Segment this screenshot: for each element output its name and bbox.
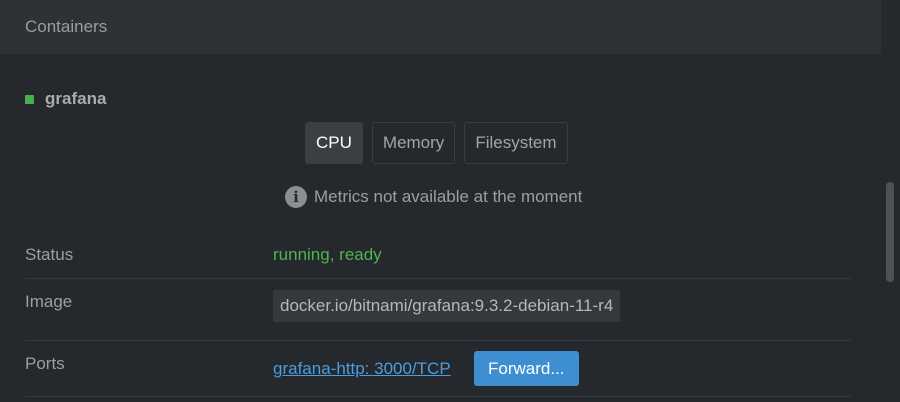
metrics-tabs: CPU Memory Filesystem	[305, 122, 568, 164]
ports-row: Ports grafana-http: 3000/TCP Forward...	[25, 351, 851, 388]
row-divider	[25, 278, 851, 279]
row-divider	[25, 396, 851, 397]
row-divider	[25, 340, 851, 341]
container-title: grafana	[25, 88, 106, 110]
metrics-message-text: Metrics not available at the moment	[314, 187, 583, 206]
image-row: Image docker.io/bitnami/grafana:9.3.2-de…	[25, 289, 851, 323]
section-title: Containers	[25, 17, 108, 36]
port-forward-link[interactable]: grafana-http: 3000/TCP	[273, 359, 451, 379]
tab-memory[interactable]: Memory	[371, 122, 456, 164]
image-value: docker.io/bitnami/grafana:9.3.2-debian-1…	[273, 290, 621, 322]
status-indicator-icon	[25, 94, 34, 104]
section-header: Containers	[0, 0, 881, 54]
status-value: running, ready	[273, 245, 382, 264]
info-icon: i	[285, 186, 307, 208]
container-name: grafana	[45, 89, 107, 108]
container-details-panel: Containers grafana CPU Memory Filesystem…	[0, 0, 900, 402]
forward-button[interactable]: Forward...	[474, 351, 579, 386]
tab-filesystem[interactable]: Filesystem	[464, 122, 568, 164]
scrollbar-thumb[interactable]	[886, 182, 894, 282]
ports-label: Ports	[25, 354, 65, 373]
metrics-message: i Metrics not available at the moment	[285, 185, 582, 209]
status-label: Status	[25, 245, 74, 264]
status-row: Status running, ready	[25, 244, 851, 266]
image-label: Image	[25, 292, 73, 311]
tab-cpu[interactable]: CPU	[305, 122, 363, 164]
